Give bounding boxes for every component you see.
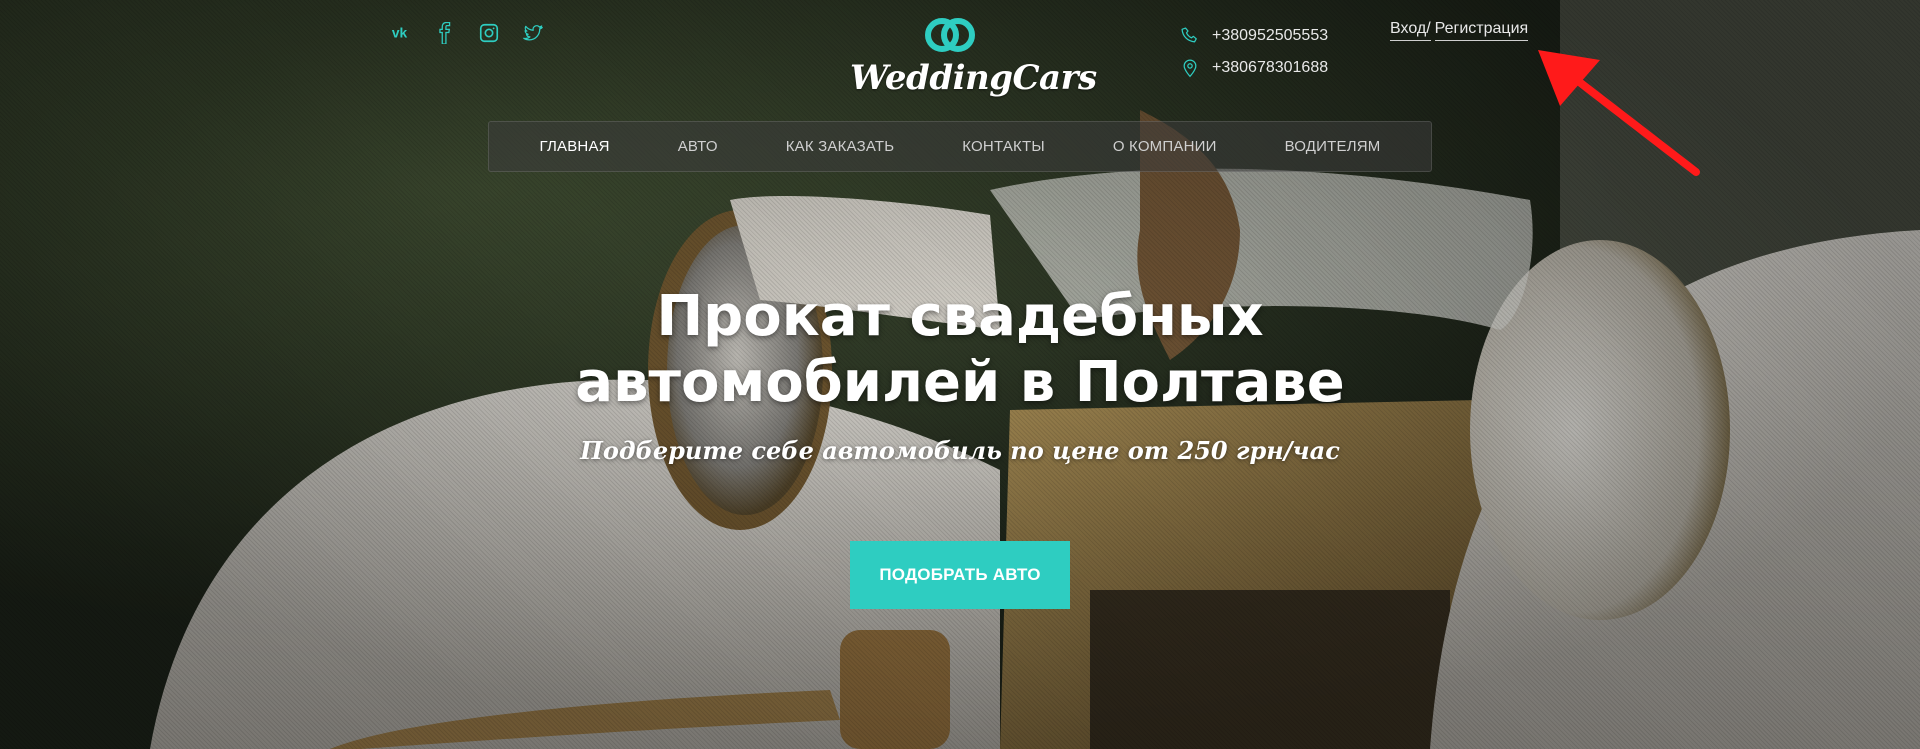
hero-title-line2: автомобилей в Полтаве xyxy=(575,350,1345,415)
location-pin-icon xyxy=(1183,59,1197,78)
instagram-icon[interactable] xyxy=(476,20,502,46)
nav-item-about[interactable]: О компании xyxy=(1113,138,1217,155)
auth-links: Вход/ Регистрация xyxy=(1390,20,1529,41)
contact-phone[interactable]: +380952505553 xyxy=(1180,20,1328,52)
social-links: vk xyxy=(388,20,546,46)
site-logo[interactable]: WeddingCars xyxy=(850,16,1097,98)
brand-name: WeddingCars xyxy=(850,58,1097,98)
login-link[interactable]: Вход/ xyxy=(1390,20,1431,41)
phone-number: +380952505553 xyxy=(1212,27,1329,44)
hero-title: Прокат свадебных автомобилей в Полтаве xyxy=(460,284,1460,416)
choose-car-button[interactable]: Подобрать авто xyxy=(850,541,1070,609)
hero-subtitle: Подберите себе автомобиль по цене от 250… xyxy=(580,436,1340,465)
contact-info: +380952505553 +380678301688 xyxy=(1180,20,1328,84)
phone-icon xyxy=(1181,27,1197,43)
twitter-icon[interactable] xyxy=(520,20,546,46)
hero-title-line1: Прокат свадебных xyxy=(656,284,1264,349)
register-link[interactable]: Регистрация xyxy=(1434,20,1529,41)
nav-item-home[interactable]: Главная xyxy=(540,138,610,155)
annotation-arrow-icon xyxy=(1538,50,1700,176)
svg-text:vk: vk xyxy=(392,26,408,41)
nav-item-contacts[interactable]: Контакты xyxy=(962,138,1045,155)
main-nav: Главная Авто Как заказать Контакты О ком… xyxy=(488,121,1432,172)
wedding-rings-icon xyxy=(925,18,975,52)
nav-item-drivers[interactable]: Водителям xyxy=(1285,138,1381,155)
facebook-icon[interactable] xyxy=(432,20,458,46)
nav-item-cars[interactable]: Авто xyxy=(678,138,718,155)
contact-phone-alt[interactable]: +380678301688 xyxy=(1180,52,1328,84)
phone-number-alt: +380678301688 xyxy=(1212,59,1329,76)
nav-item-how-to-order[interactable]: Как заказать xyxy=(786,138,895,155)
vk-icon[interactable]: vk xyxy=(388,20,414,46)
